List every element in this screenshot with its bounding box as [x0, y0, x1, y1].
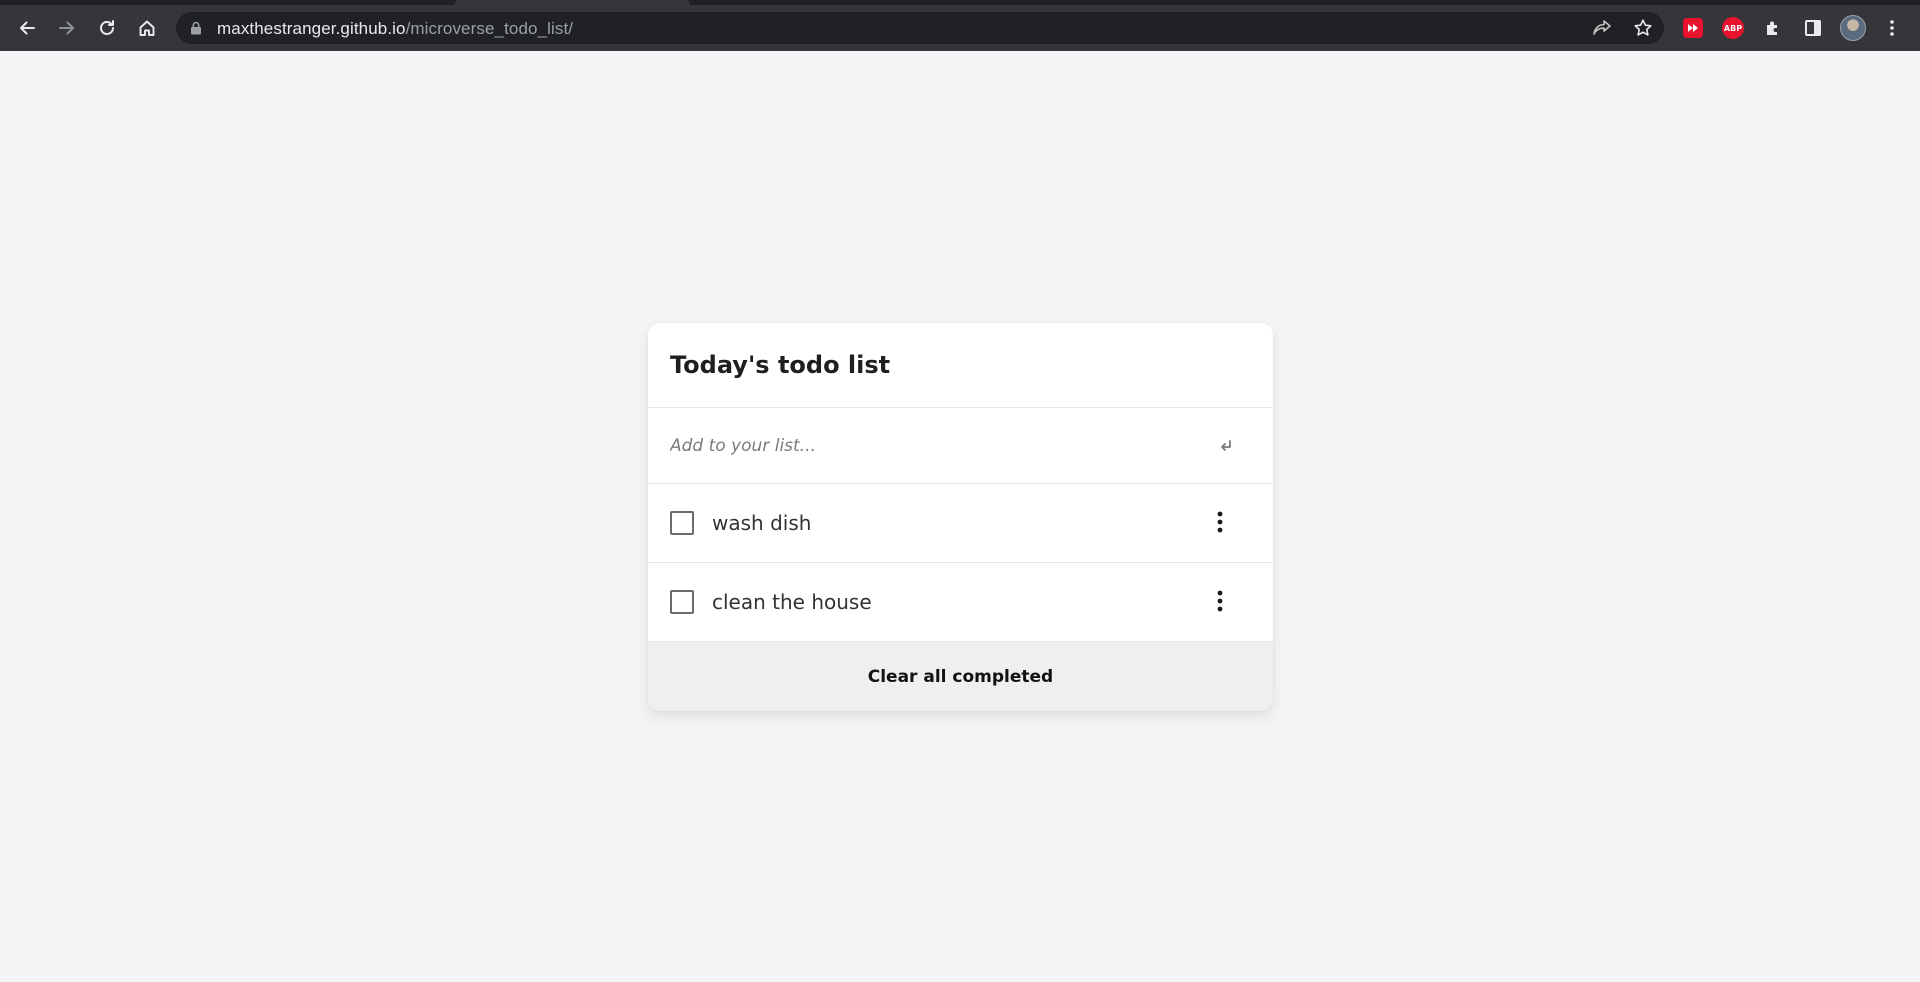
forward-button[interactable]	[50, 11, 84, 45]
arrow-right-icon	[59, 21, 74, 35]
enter-button[interactable]	[1216, 436, 1236, 456]
lock-icon[interactable]	[190, 21, 202, 35]
share-icon	[1593, 20, 1611, 35]
extensions-button[interactable]	[1760, 15, 1786, 41]
todo-header: Today's todo list	[648, 323, 1273, 408]
list-item: wash dish	[648, 484, 1273, 563]
add-todo-row	[648, 408, 1273, 484]
puzzle-icon	[1767, 21, 1777, 35]
enter-icon	[1221, 440, 1231, 451]
vertical-dots-icon	[1217, 590, 1223, 612]
todo-options-button[interactable]	[1208, 508, 1232, 536]
reload-button[interactable]	[90, 11, 124, 45]
add-todo-input[interactable]	[670, 432, 1210, 460]
bookmark-button[interactable]	[1631, 17, 1655, 39]
reload-icon	[100, 20, 114, 35]
adblock-plus-icon: ABP	[1722, 17, 1744, 39]
list-item: clean the house	[648, 563, 1273, 642]
adblock-plus-button[interactable]: ABP	[1720, 15, 1746, 41]
browser-menu-button[interactable]	[1879, 15, 1905, 41]
side-panel-icon	[1805, 20, 1821, 36]
home-button[interactable]	[130, 11, 164, 45]
home-icon	[139, 20, 155, 36]
arrow-left-icon	[20, 21, 35, 35]
avatar	[1840, 15, 1866, 41]
profile-button[interactable]	[1840, 15, 1866, 41]
todo-options-button[interactable]	[1208, 587, 1232, 615]
extension-red-button[interactable]	[1680, 15, 1706, 41]
active-tab-edge	[455, 0, 690, 5]
page-title: Today's todo list	[670, 351, 891, 379]
clear-completed-button[interactable]: Clear all completed	[868, 667, 1053, 687]
todo-checkbox[interactable]	[670, 511, 694, 535]
star-icon	[1634, 19, 1652, 36]
side-panel-button[interactable]	[1800, 15, 1826, 41]
browser-toolbar: maxthestranger.github.io/microverse_todo…	[0, 0, 1920, 51]
todo-checkbox[interactable]	[670, 590, 694, 614]
todo-label[interactable]: wash dish	[712, 511, 811, 535]
fast-forward-icon	[1683, 18, 1703, 38]
url-text[interactable]: maxthestranger.github.io/microverse_todo…	[217, 19, 573, 39]
url-host: maxthestranger.github.io	[217, 19, 406, 38]
address-bar[interactable]: maxthestranger.github.io/microverse_todo…	[176, 12, 1664, 44]
back-button[interactable]	[10, 11, 44, 45]
share-button[interactable]	[1590, 17, 1614, 39]
url-path: /microverse_todo_list/	[405, 19, 574, 38]
vertical-dots-icon	[1217, 511, 1223, 533]
clear-completed-bar: Clear all completed	[648, 642, 1273, 711]
todo-card: Today's todo list wash dish clean the ho…	[648, 323, 1273, 711]
kebab-menu-icon	[1890, 20, 1894, 36]
todo-label[interactable]: clean the house	[712, 590, 872, 614]
